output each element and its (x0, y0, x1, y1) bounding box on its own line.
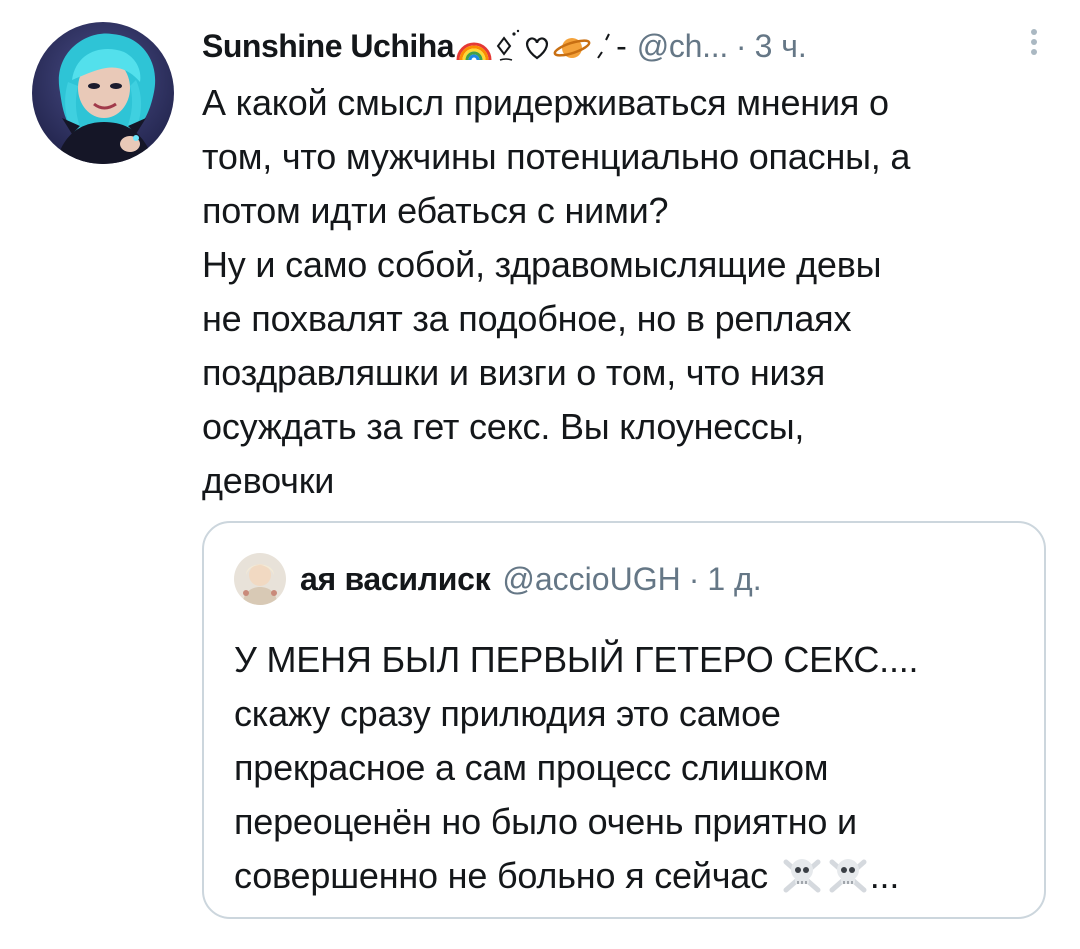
quoted-text-line: прекрасное а сам процесс слишком (234, 747, 829, 788)
skull-crossbones-icon (826, 854, 870, 894)
quoted-tweet-text: У МЕНЯ БЫЛ ПЕРВЫЙ ГЕТЕРО СЕКС.... скажу … (234, 633, 1034, 903)
quoted-handle[interactable]: @accioUGH (502, 561, 680, 598)
planet-icon (553, 38, 591, 58)
tweet-text-line: А какой смысл придерживаться мнения о (202, 82, 889, 123)
quoted-text-line: переоценён но было очень приятно и (234, 801, 857, 842)
tweet-text-line: поздравляшки и визги о том, что низя (202, 352, 826, 393)
author-avatar[interactable] (32, 22, 174, 164)
sparkle-icon (496, 29, 520, 61)
author-display-name[interactable]: Sunshine Uchiha (202, 26, 455, 66)
quoted-display-name[interactable]: ая василиск (300, 561, 491, 598)
tweet[interactable]: Sunshine Uchiha - @ch... · 3 ч. А какой … (0, 0, 1080, 949)
tweet-text-line: потом идти ебаться с ними? (202, 190, 669, 231)
name-emoji-tail: - (616, 28, 627, 64)
quoted-separator: · (688, 560, 700, 597)
quoted-author-avatar[interactable] (234, 553, 286, 605)
quoted-tweet-header: ая василиск @accioUGH · 1 д. (234, 553, 762, 605)
quoted-timestamp[interactable]: 1 д. (707, 561, 761, 598)
tweet-text-line: Ну и само собой, здравомыслящие девы (202, 244, 882, 285)
tweet-text: А какой смысл придерживаться мнения о то… (202, 76, 1052, 508)
tweet-timestamp[interactable]: 3 ч. (755, 26, 807, 66)
quoted-tweet-card[interactable]: ая василиск @accioUGH · 1 д. У МЕНЯ БЫЛ … (202, 521, 1046, 919)
quoted-text-line: скажу сразу прилюдия это самое (234, 693, 781, 734)
tweet-header: Sunshine Uchiha - @ch... · 3 ч. (202, 24, 1032, 68)
rainbow-icon (456, 42, 492, 61)
name-emoji-group (456, 26, 614, 66)
tweet-text-line: не похвалят за подобное, но в реплаях (202, 298, 852, 339)
header-separator: · (735, 28, 747, 64)
tweet-text-line: том, что мужчины потенциально опасны, а (202, 136, 911, 177)
more-vertical-icon[interactable] (1024, 24, 1044, 64)
skull-crossbones-icon (780, 854, 824, 894)
quoted-text-ellipsis: ... (869, 855, 900, 896)
tweet-text-line: осуждать за гет секс. Вы клоунессы, (202, 406, 805, 447)
sparkle-icon (597, 33, 610, 59)
heart-icon (526, 37, 549, 60)
tweet-text-line: девочки (202, 460, 335, 501)
quoted-text-line: У МЕНЯ БЫЛ ПЕРВЫЙ ГЕТЕРО СЕКС.... (234, 639, 919, 680)
quoted-text-line-last: совершенно не больно я сейчас ... (234, 849, 1034, 903)
author-handle[interactable]: @ch... (637, 26, 728, 66)
quoted-text-line: совершенно не больно я сейчас (234, 855, 768, 896)
